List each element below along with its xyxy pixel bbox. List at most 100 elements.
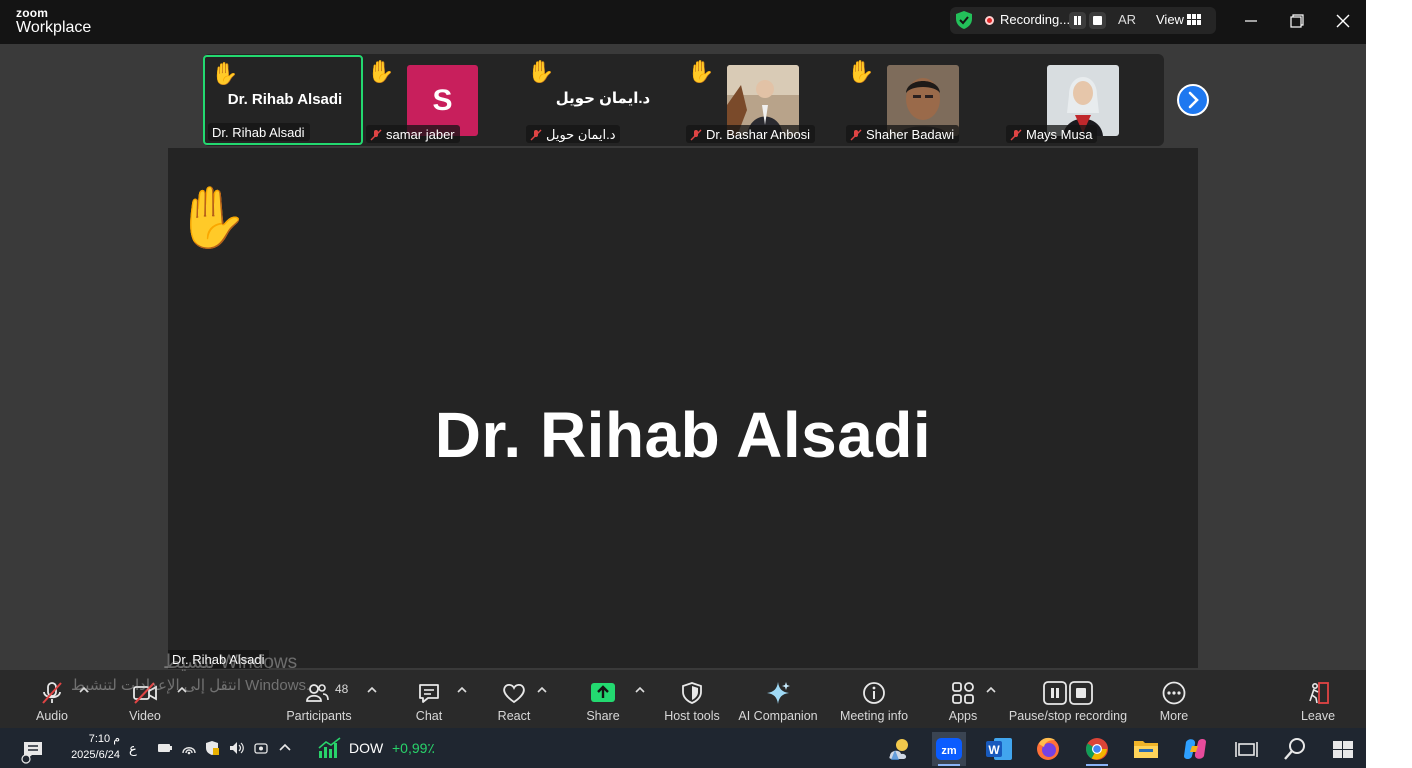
notification-center-icon[interactable] [18,740,44,764]
muted-mic-icon [370,129,382,140]
taskbar-task-view[interactable] [1229,732,1263,766]
share-screen-icon [591,683,615,702]
audio-button[interactable]: Audio [30,676,74,724]
battery-icon[interactable] [157,740,173,756]
minimize-button[interactable] [1236,8,1266,34]
participant-tile-mays[interactable]: Mays Musa [1003,55,1163,145]
host-tools-label: Host tools [664,709,720,723]
svg-text:W: W [988,743,1000,757]
react-button[interactable]: React [494,676,534,724]
word-app-icon: W [986,738,1012,760]
stop-recording-button[interactable] [1089,12,1106,29]
taskbar-zoom[interactable]: zm [932,732,966,766]
activation-watermark-title: تنشيط Windows [163,652,298,673]
taskbar-search[interactable] [1278,732,1312,766]
share-options-chevron-up-icon[interactable] [634,684,646,696]
participant-center-name: د.ايمان حويل [555,90,651,107]
close-icon [1336,14,1350,28]
more-dots-icon [1162,681,1186,705]
participant-name-label: Dr. Bashar Anbosi [686,125,816,143]
participant-center-name: Dr. Rihab Alsadi [227,91,343,108]
muted-mic-icon [530,129,542,140]
participants-options-chevron-up-icon[interactable] [366,684,378,696]
zoom-logo: zoom Workplace [16,7,91,36]
share-label: Share [586,709,620,723]
participant-name-label: Shaher Badawi [846,125,960,143]
participant-tile-bashar[interactable]: ✋ Dr. Bashar Anbosi [683,55,843,145]
more-label: More [1159,709,1189,723]
chat-label: Chat [415,709,443,723]
pause-recording-button[interactable] [1069,12,1086,29]
apps-options-chevron-up-icon[interactable] [985,684,997,696]
participant-name-label: samar jaber [366,125,460,143]
participants-count: 48 [335,682,349,696]
apps-icon [952,682,974,704]
logo-zoom-text: zoom [16,6,49,20]
clock-time: 7:10 م [88,733,120,745]
shield-icon [682,682,702,704]
wifi-icon[interactable] [181,740,197,756]
view-button[interactable]: View [1156,12,1184,27]
zoom-window: zoom Workplace Recording... AR View ✋ Dr… [0,0,1366,728]
recording-dot-icon [985,16,994,25]
taskbar-weather-widget[interactable] [882,732,916,766]
react-label: React [497,709,531,723]
taskbar-word[interactable]: W [982,732,1016,766]
stock-chart-icon[interactable] [318,737,342,759]
chat-button[interactable]: Chat [410,676,448,724]
meet-now-icon[interactable] [253,740,269,756]
video-label: Video [129,709,161,723]
chat-options-chevron-up-icon[interactable] [456,684,468,696]
participant-tile-shaher[interactable]: ✋ Shaher Badawi [843,55,1003,145]
participant-name: Shaher Badawi [866,127,955,142]
grid-view-icon[interactable] [1187,14,1201,25]
participant-name: Mays Musa [1026,127,1093,142]
taskbar-copilot[interactable] [1178,732,1212,766]
pause-stop-recording-button[interactable]: Pause/stop recording [1008,676,1128,724]
zoom-app-icon: zm [936,738,962,760]
ai-companion-button[interactable]: AI Companion [736,676,820,724]
svg-text:zm: zm [941,745,957,757]
taskbar-clock[interactable]: 7:10 م 2025/6/24 [50,731,120,763]
sparkle-icon [767,682,790,704]
taskbar-file-explorer[interactable] [1129,732,1163,766]
participant-tile-samar[interactable]: ✋ S samar jaber [363,55,523,145]
heart-icon [503,683,525,704]
muted-mic-icon [690,129,702,140]
participant-name: د.ايمان حويل [546,126,616,142]
keyboard-language-indicator[interactable]: ع [129,741,145,757]
active-speaker-view: ✋ Dr. Rihab Alsadi [168,148,1198,668]
volume-icon[interactable] [228,740,244,756]
apps-button[interactable]: Apps [944,676,982,724]
participant-tile-rihab[interactable]: ✋ Dr. Rihab Alsadi Dr. Rihab Alsadi [203,55,363,145]
security-shield-icon[interactable] [204,740,220,756]
share-button[interactable]: Share [584,676,622,724]
taskbar-chrome[interactable] [1080,732,1114,766]
meeting-info-label: Meeting info [839,709,909,723]
windows-start-icon [1333,741,1353,758]
close-button[interactable] [1328,8,1358,34]
restore-button[interactable] [1282,8,1312,34]
chrome-app-icon [1086,738,1108,760]
chevron-right-icon [1188,91,1199,109]
next-page-button[interactable] [1177,84,1209,116]
leave-button[interactable]: Leave [1298,676,1338,724]
host-tools-button[interactable]: Host tools [662,676,722,724]
participant-name: Dr. Rihab Alsadi [212,125,305,140]
stock-name[interactable]: DOW [349,740,383,756]
weather-widget-icon [889,739,908,760]
meeting-info-button[interactable]: Meeting info [838,676,910,724]
participant-tile-iman[interactable]: ✋ د.ايمان حويل د.ايمان حويل [523,55,683,145]
encryption-shield-icon[interactable] [956,11,972,29]
chevron-up-icon[interactable] [277,740,293,756]
language-interpretation-button[interactable]: AR [1118,12,1136,27]
recording-label: Recording... [1000,12,1071,27]
muted-microphone-icon [42,682,62,704]
more-button[interactable]: More [1154,676,1194,724]
taskbar-firefox[interactable] [1031,732,1065,766]
participant-name-label: Mays Musa [1006,125,1098,143]
participant-name-label: د.ايمان حويل [526,125,621,143]
taskbar-start[interactable] [1326,732,1360,766]
react-options-chevron-up-icon[interactable] [536,684,548,696]
title-bar: zoom Workplace Recording... AR View [0,0,1366,44]
